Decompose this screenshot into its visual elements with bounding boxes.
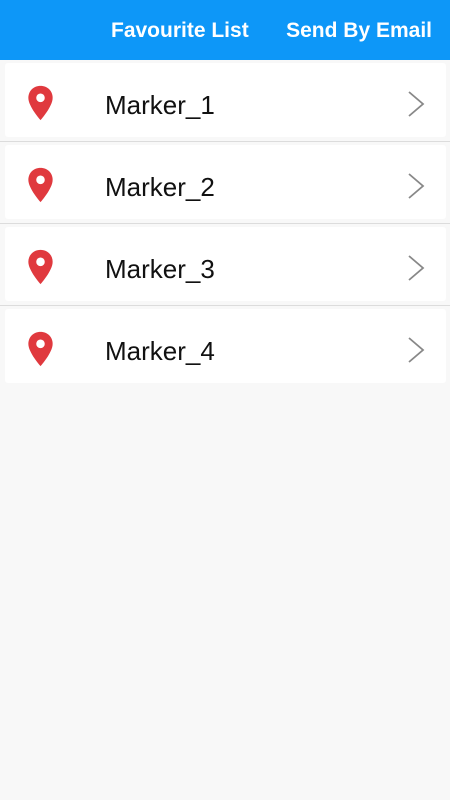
- list-item-label: Marker_1: [105, 90, 215, 120]
- app-bar: Favourite List Send By Email: [0, 0, 450, 60]
- map-marker-icon: [28, 85, 53, 121]
- list-item-label: Marker_4: [105, 336, 215, 366]
- list-item-card: Marker_1: [5, 63, 446, 137]
- map-marker-icon: [28, 167, 53, 203]
- list-item-label: Marker_2: [105, 172, 215, 202]
- list-item[interactable]: Marker_2: [0, 142, 450, 224]
- list-item[interactable]: Marker_3: [0, 224, 450, 306]
- favourite-list: Marker_1 Marker_2 Marker_3 Marker_4: [0, 60, 450, 388]
- list-item-card: Marker_4: [5, 309, 446, 383]
- list-item[interactable]: Marker_1: [0, 60, 450, 142]
- chevron-right-icon: [408, 255, 425, 281]
- list-item-card: Marker_2: [5, 145, 446, 219]
- page-title: Favourite List: [111, 19, 249, 42]
- chevron-right-icon: [408, 173, 425, 199]
- list-item[interactable]: Marker_4: [0, 306, 450, 388]
- map-marker-icon: [28, 331, 53, 367]
- list-item-label: Marker_3: [105, 254, 215, 284]
- chevron-right-icon: [408, 91, 425, 117]
- send-by-email-button[interactable]: Send By Email: [286, 18, 432, 44]
- list-item-card: Marker_3: [5, 227, 446, 301]
- chevron-right-icon: [408, 337, 425, 363]
- map-marker-icon: [28, 249, 53, 285]
